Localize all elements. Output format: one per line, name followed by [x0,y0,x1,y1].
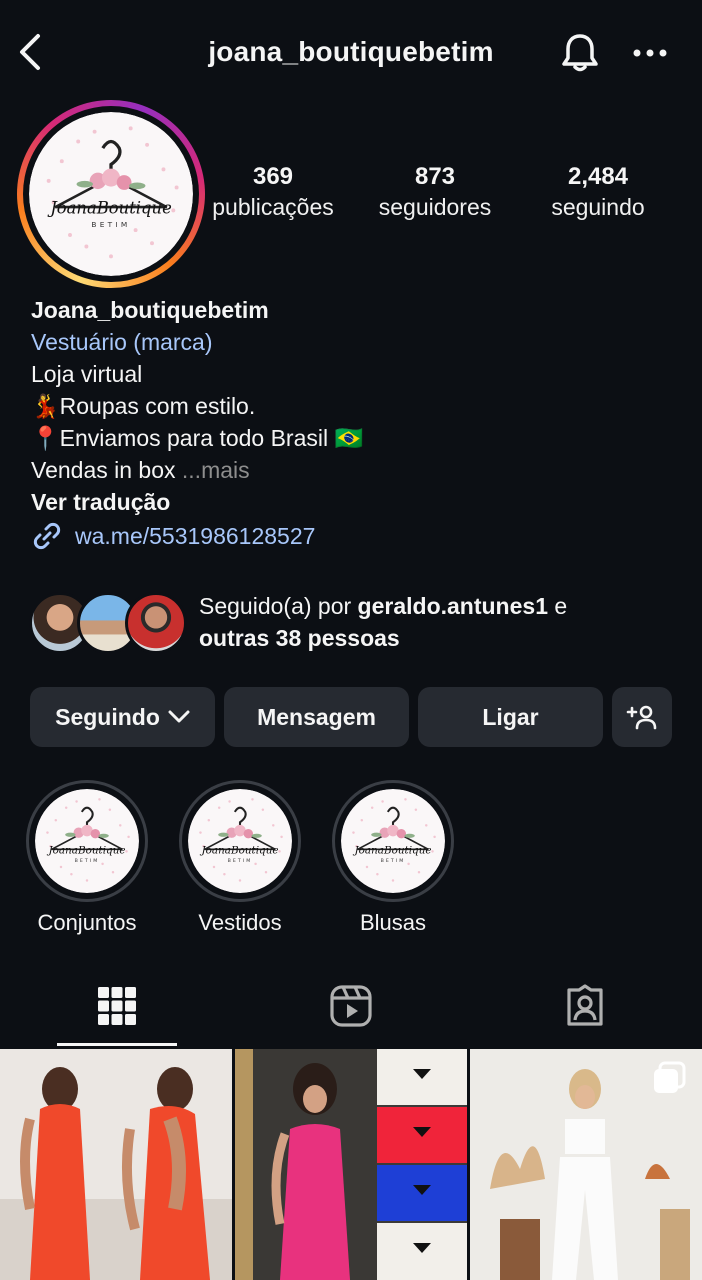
following-button-label: Seguindo [55,703,160,730]
bell-icon[interactable] [558,30,602,74]
highlight-label: Blusas [359,910,427,935]
message-button[interactable]: Mensagem [224,687,409,747]
bio-ellipsis: ... [181,457,202,483]
profile-bio: Joana_boutiquebetim Vestuário (marca) Lo… [31,294,681,552]
highlight-ring [179,780,301,902]
call-button[interactable]: Ligar [418,687,603,747]
stat-followers[interactable]: 873 seguidores [364,162,506,222]
profile-tabs [0,965,702,1047]
following-count: 2,484 [567,163,629,190]
profile-category[interactable]: Vestuário (marca) [31,326,681,358]
bio-line-3-text: Enviamos para todo Brasil [59,425,329,451]
boutique-logo [29,112,193,276]
active-tab-indicator [57,1043,177,1046]
followed-by-prefix: Seguido(a) por [199,593,358,619]
followers-label: seguidores [378,194,492,220]
highlight-ring [26,780,148,902]
pin-emoji-icon: 📍 [31,425,60,451]
highlight-logo [188,789,292,893]
link-icon [33,522,61,550]
post-thumbnail[interactable] [235,1049,467,1280]
highlight-label: Conjuntos [37,910,137,935]
bio-line-4: Vendas in box ...mais [31,454,681,486]
bio-line-2: 💃Roupas com estilo. [31,390,681,422]
highlight-conjuntos[interactable]: Conjuntos [26,780,148,938]
highlight-ring [332,780,454,902]
chevron-down-icon [168,710,190,723]
post-thumbnail[interactable] [0,1049,232,1280]
followed-by-text: Seguido(a) por geraldo.antunes1 e outras… [199,590,679,654]
highlight-logo [341,789,445,893]
following-label: seguindo [551,194,645,220]
follower-avatar [125,592,187,654]
stat-following[interactable]: 2,484 seguindo [530,162,666,222]
followers-count: 873 [414,163,456,190]
tab-reels[interactable] [234,965,468,1047]
see-translation-link[interactable]: Ver tradução [31,486,681,518]
followed-by-middle: e [547,593,568,619]
grid-icon [98,987,136,1025]
bio-line-3: 📍Enviamos para todo Brasil 🇧🇷 [31,422,681,454]
bio-line-1: Loja virtual [31,361,143,387]
profile-avatar[interactable] [17,100,205,288]
followed-by[interactable]: Seguido(a) por geraldo.antunes1 e outras… [29,590,679,656]
posts-grid [0,1049,702,1280]
stat-posts[interactable]: 369 publicações [200,162,346,222]
highlight-blusas[interactable]: Blusas [332,780,454,938]
more-options-icon[interactable] [628,36,672,70]
followed-by-user: geraldo.antunes1 [357,593,548,619]
bio-line-4-text: Vendas in box [31,457,176,483]
add-user-icon [626,705,657,730]
tagged-icon [567,984,603,1026]
follower-avatars [29,592,189,654]
reels-icon [330,985,372,1027]
message-button-label: Mensagem [257,703,376,730]
highlight-label: Vestidos [198,910,282,935]
tab-tagged[interactable] [468,965,702,1047]
highlight-vestidos[interactable]: Vestidos [179,780,301,938]
website-link-text: wa.me/5531986128527 [75,523,316,549]
posts-label: publicações [212,194,334,220]
top-bar: joana_boutiquebetim [0,0,702,104]
highlight-logo [35,789,139,893]
call-button-label: Ligar [482,703,539,730]
dancer-emoji-icon: 💃 [31,393,60,419]
avatar-border [23,106,199,282]
posts-count: 369 [252,163,294,190]
post-thumbnail[interactable] [470,1049,702,1280]
followed-by-others: outras 38 pessoas [199,625,400,651]
bio-website-link[interactable]: wa.me/5531986128527 [31,520,681,552]
bio-line-2-text: Roupas com estilo. [59,393,256,419]
following-button[interactable]: Seguindo [30,687,215,747]
brazil-flag-icon: 🇧🇷 [334,425,364,451]
add-user-button[interactable] [612,687,672,747]
bio-more-link[interactable]: mais [201,457,250,483]
profile-display-name: Joana_boutiquebetim [31,297,269,323]
tab-grid[interactable] [0,965,234,1047]
